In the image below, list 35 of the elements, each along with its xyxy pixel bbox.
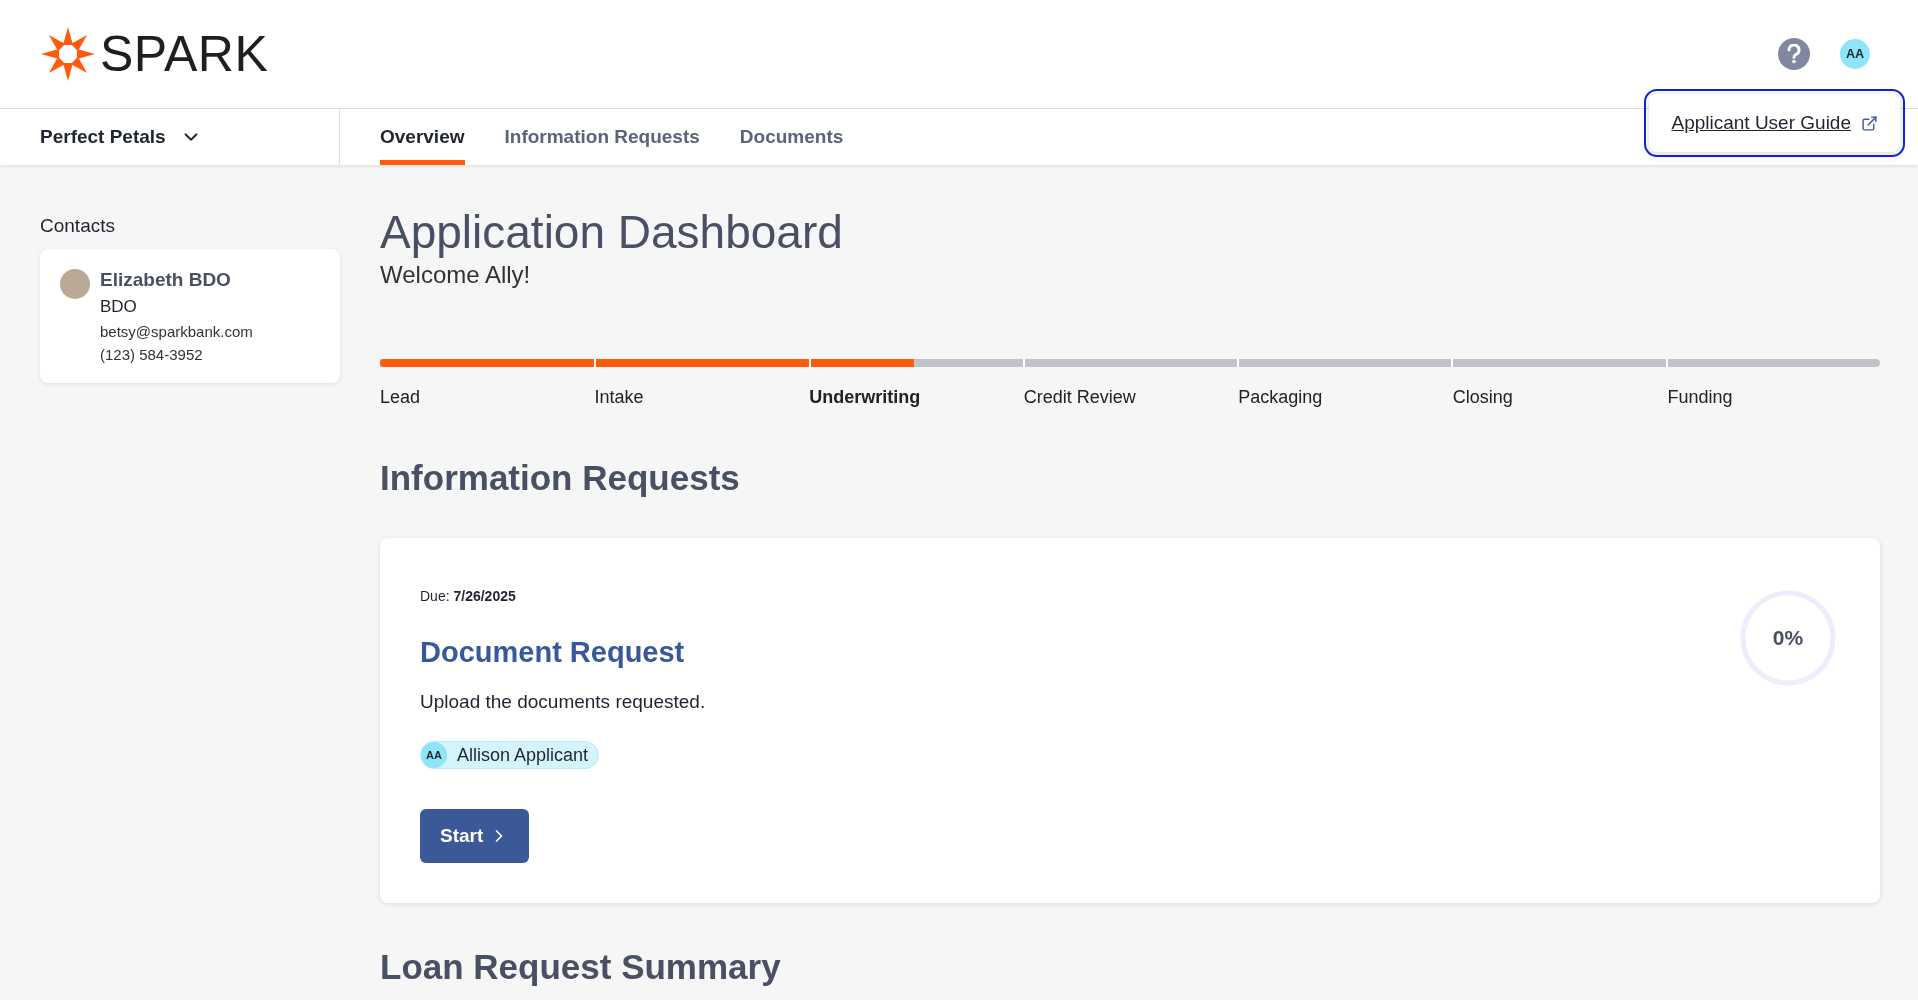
request-description: Upload the documents requested. — [420, 691, 706, 713]
contacts-title: Contacts — [40, 215, 116, 237]
logo-star-icon — [40, 26, 96, 82]
contact-email: betsy@sparkbank.com — [100, 323, 253, 340]
nav-tab[interactable]: Documents — [739, 109, 844, 165]
logo-text: SPARK — [100, 25, 269, 83]
stage-label: Packaging — [1238, 387, 1324, 408]
stage-label: Intake — [594, 387, 645, 408]
external-link-icon — [1861, 114, 1878, 132]
progress-percent: 0% — [1772, 626, 1804, 650]
user-avatar[interactable]: AA — [1840, 39, 1870, 69]
nav-tab[interactable]: Overview — [380, 109, 465, 165]
nav-tab[interactable]: Information Requests — [504, 109, 700, 165]
photo-placeholder — [60, 269, 90, 299]
contact-name: Elizabeth BDO — [100, 269, 232, 291]
user-guide-link[interactable]: Applicant User Guide — [1671, 112, 1851, 134]
contact-role: BDO — [100, 297, 138, 317]
business-selector[interactable]: Perfect Petals — [0, 109, 340, 165]
contact-phone: (123) 584-3952 — [100, 346, 204, 363]
start-button[interactable]: Start — [420, 809, 530, 863]
section-heading: Loan Request Summary — [380, 947, 782, 987]
stage-label: Credit Review — [1023, 387, 1137, 408]
stage-label: Lead — [380, 387, 422, 408]
stage-label: Underwriting — [809, 387, 922, 408]
assignee-name: Allison Applicant — [457, 744, 589, 766]
assignee-avatar: AA — [421, 742, 447, 768]
page-title: Application Dashboard — [380, 205, 844, 259]
help-button[interactable] — [1778, 38, 1810, 70]
stage-label: Funding — [1667, 387, 1734, 408]
stage-label: Closing — [1452, 387, 1514, 408]
due-date: Due: 7/26/2025 — [420, 588, 516, 604]
question-icon — [1786, 44, 1802, 64]
welcome-text: Welcome Ally! — [380, 261, 532, 289]
section-heading: Information Requests — [380, 458, 741, 498]
request-title: Document Request — [420, 636, 685, 669]
